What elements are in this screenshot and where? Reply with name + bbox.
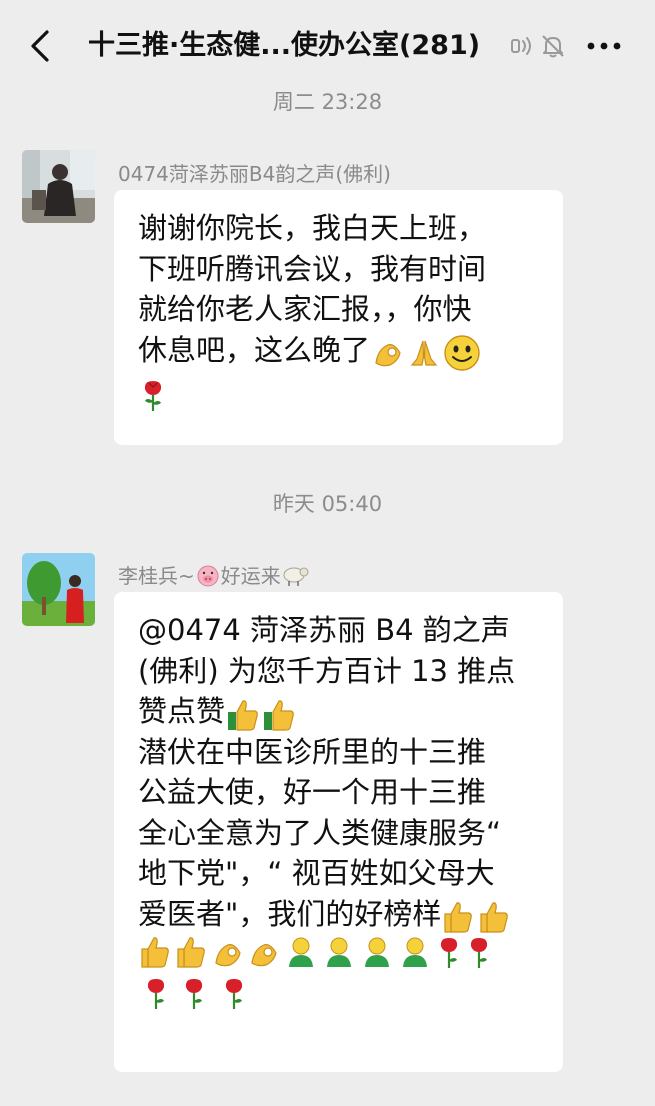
emoji-line [138, 975, 563, 1016]
thumbs-up-icon [261, 698, 297, 736]
more-dots-icon [587, 42, 621, 50]
chevron-left-icon [31, 30, 49, 62]
message-line: 地下党"，“ 视百姓如父母大 [138, 856, 495, 890]
rose-icon [214, 975, 254, 1015]
rose-icon [138, 377, 168, 417]
ok-hand-icon [370, 335, 406, 375]
person-icon [358, 935, 396, 973]
ok-hand-icon [210, 935, 246, 973]
message-line: 潜伏在中医诊所里的十三推 [138, 734, 487, 769]
avatar[interactable] [22, 553, 95, 626]
back-button[interactable] [22, 26, 58, 66]
message-line: (佛利) 为您千方百计 13 推点 [138, 653, 516, 688]
message-line: 爱医者"，我们的好榜样 [138, 896, 442, 931]
emoji-line [138, 377, 563, 417]
message-line: 赞点赞 [138, 694, 226, 728]
emoji-line [138, 934, 563, 975]
sender-name-suffix: 好运来 [220, 564, 281, 588]
avatar-photo [22, 150, 95, 223]
mute-indicator[interactable] [537, 30, 569, 62]
message-line-with-emoji: 爱医者"，我们的好榜样 [138, 894, 563, 935]
person-icon [396, 935, 434, 973]
pig-face-icon [195, 562, 221, 593]
rose-icon [434, 934, 464, 974]
thumbs-up-icon [225, 698, 261, 736]
rose-icon [138, 975, 174, 1015]
message-line-with-emoji: 赞点赞 [138, 691, 563, 732]
person-icon [282, 935, 320, 973]
avatar-photo [22, 553, 95, 626]
thumbs-up-icon [138, 935, 174, 973]
timestamp: 昨天 05:40 [272, 492, 383, 516]
sender-name: 0474菏泽苏丽B4韵之声(佛利) [118, 162, 391, 186]
sender-name: 李桂兵~ 好运来 [118, 560, 309, 593]
voice-mode-button[interactable] [506, 30, 538, 62]
timestamp: 周二 23:28 [272, 90, 383, 114]
smiley-face-icon [442, 333, 482, 377]
thumbs-up-icon [441, 900, 477, 938]
message-bubble[interactable]: @0474 菏泽苏丽 B4 韵之声 (佛利) 为您千方百计 13 推点 赞点赞 … [114, 592, 563, 1072]
thumbs-up-icon [477, 900, 513, 938]
ok-hand-icon [246, 935, 282, 973]
rose-icon [174, 975, 214, 1015]
sender-name-prefix: 李桂兵~ [118, 564, 195, 588]
message-bubble[interactable]: 谢谢你院长，我白天上班， 下班听腾讯会议，我有时间 就给你老人家汇报，，你快 休… [114, 190, 563, 445]
sheep-icon [281, 563, 309, 592]
message-line: 公益大使，好一个用十三推 [138, 775, 487, 809]
voice-mode-icon [511, 37, 531, 55]
message-line: @0474 菏泽苏丽 B4 韵之声 [138, 613, 510, 647]
chat-header: 十三推·生态健...使办公室(281) [0, 0, 655, 92]
avatar[interactable] [22, 150, 95, 223]
bell-muted-icon [542, 35, 564, 58]
person-icon [320, 935, 358, 973]
chat-title[interactable]: 十三推·生态健...使办公室(281) [88, 24, 488, 68]
message-line: 全心全意为了人类健康服务“ [138, 815, 502, 850]
more-button[interactable] [582, 30, 626, 62]
thumbs-up-icon [174, 935, 210, 973]
praying-hands-icon [406, 335, 442, 375]
rose-icon [464, 934, 494, 974]
